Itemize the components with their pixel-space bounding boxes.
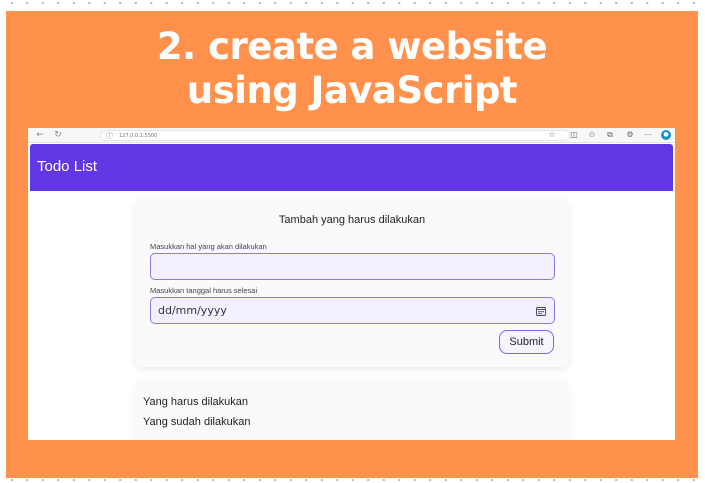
- profile-icon[interactable]: ●: [661, 130, 671, 140]
- address-bar[interactable]: ⓘ 127.0.0.1:5500: [100, 130, 570, 141]
- task-input[interactable]: [150, 253, 555, 280]
- dotted-border-top: [0, 0, 705, 6]
- info-icon[interactable]: ⓘ: [106, 131, 113, 141]
- browser-toolbar: ← ↻ ⓘ 127.0.0.1:5500 ☆ ◫ ✩ ⧉ ⚙ ⋯ ●: [28, 128, 675, 143]
- favorites-icon[interactable]: ✩: [586, 129, 598, 141]
- date-field-label: Masukkan tanggal harus selesai: [150, 286, 258, 295]
- due-date-input[interactable]: dd/mm/yyyy: [150, 297, 555, 324]
- headline-line-1: 2. create a website: [156, 25, 548, 68]
- calendar-icon[interactable]: [536, 306, 546, 316]
- more-icon[interactable]: ⋯: [642, 129, 654, 141]
- form-title: Tambah yang harus dilakukan: [278, 214, 426, 226]
- app-title: Todo List: [37, 158, 98, 175]
- browser-window: ← ↻ ⓘ 127.0.0.1:5500 ☆ ◫ ✩ ⧉ ⚙ ⋯ ● Todo …: [28, 128, 675, 440]
- refresh-icon[interactable]: ↻: [52, 129, 64, 141]
- date-placeholder: dd/mm/yyyy: [158, 304, 227, 317]
- add-todo-form: Tambah yang harus dilakukan Masukkan hal…: [135, 200, 569, 367]
- favorite-star-icon[interactable]: ☆: [546, 129, 558, 141]
- headline: 2. create a website using JavaScript: [6, 25, 698, 113]
- extensions-icon[interactable]: ⚙: [624, 129, 636, 141]
- back-icon[interactable]: ←: [34, 129, 46, 141]
- split-screen-icon[interactable]: ◫: [568, 129, 580, 141]
- headline-line-2: using JavaScript: [186, 69, 518, 112]
- done-list-heading: Yang sudah dilakukan: [143, 416, 251, 428]
- collections-icon[interactable]: ⧉: [604, 129, 616, 141]
- task-field-label: Masukkan hal yang akan dilakukan: [150, 242, 267, 251]
- app-header: Todo List: [30, 144, 673, 191]
- todo-lists-card: Yang harus dilakukan Yang sudah dilakuka…: [135, 379, 569, 440]
- todo-list-heading: Yang harus dilakukan: [143, 396, 248, 408]
- url-text: 127.0.0.1:5500: [119, 133, 158, 139]
- submit-button[interactable]: Submit: [499, 330, 554, 354]
